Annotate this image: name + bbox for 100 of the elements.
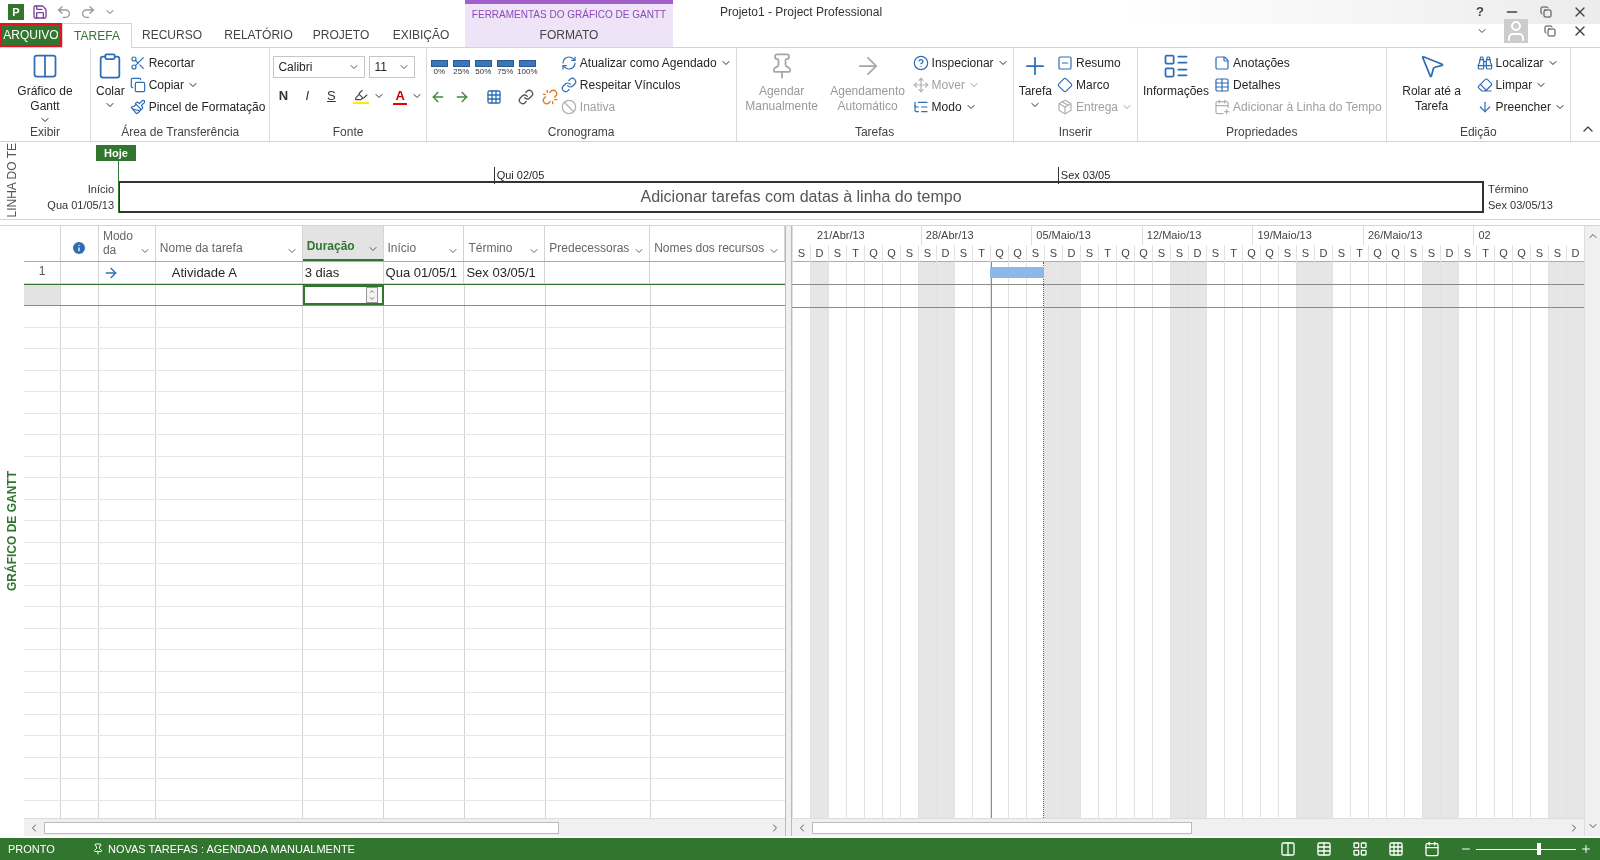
ribbon-group-label: Tarefas xyxy=(853,124,896,141)
ribbon-group-label: Edição xyxy=(1458,124,1498,141)
week-label: 19/Maio/13 xyxy=(1257,228,1312,244)
day-label: S xyxy=(1283,245,1292,261)
day-label: S xyxy=(1463,245,1472,261)
redo-icon[interactable] xyxy=(80,4,96,20)
restore-icon[interactable] xyxy=(1544,25,1556,37)
timeline-start-label: Início xyxy=(87,182,114,197)
spinner-control[interactable] xyxy=(366,287,378,303)
eraser-icon xyxy=(1476,77,1493,93)
spin-up-icon[interactable] xyxy=(368,288,376,295)
help-button[interactable]: ? xyxy=(1476,2,1484,22)
column-header[interactable]: Início xyxy=(383,226,465,261)
ribbon-small-button[interactable]: Limpar xyxy=(1475,74,1567,96)
timeline-bar[interactable]: Adicionar tarefas com datas à linha do tempo xyxy=(118,181,1484,213)
move-icon xyxy=(912,77,929,93)
font-size-field[interactable]: 11 xyxy=(369,56,416,78)
scissors-icon xyxy=(129,55,146,71)
day-label: T xyxy=(1104,245,1111,261)
column-header[interactable]: Duração xyxy=(302,226,384,261)
undo-icon[interactable] xyxy=(56,4,72,20)
percent-complete-button[interactable]: 50% xyxy=(473,60,493,77)
ribbon-small-button[interactable]: Preencher xyxy=(1475,96,1567,118)
column-header[interactable]: Modo da xyxy=(98,226,156,261)
ribbon-small-button[interactable]: Modo xyxy=(911,96,1010,118)
zoom-in-icon[interactable] xyxy=(1580,843,1592,855)
ribbon-small-button[interactable]: Resumo xyxy=(1056,52,1134,74)
day-label: D xyxy=(941,245,950,261)
ribbon-small-button[interactable]: Localizar xyxy=(1475,52,1567,74)
percent-complete-button[interactable]: 0% xyxy=(429,60,449,77)
timeline-tick-label: Qui 02/05 xyxy=(493,167,545,184)
zoom-slider-thumb[interactable] xyxy=(1537,843,1541,855)
percent-complete-button[interactable]: 25% xyxy=(451,60,471,77)
font-style-button[interactable]: N xyxy=(273,86,294,106)
unlink-icon[interactable] xyxy=(541,89,558,105)
zoom-slider[interactable] xyxy=(1476,843,1576,855)
ribbon-group-label: Exibir xyxy=(29,124,61,141)
column-header[interactable]: Nomes dos recursos xyxy=(650,226,785,261)
ribbon-small-button[interactable]: Inspecionar xyxy=(911,52,1010,74)
timeline-side-label: LINHA DO TE xyxy=(4,143,20,218)
day-label: D xyxy=(1193,245,1202,261)
day-label: D xyxy=(1445,245,1454,261)
font-color-button[interactable]: A xyxy=(393,87,407,105)
day-label: Q xyxy=(1013,245,1022,261)
ribbon-small-button[interactable]: Copiar xyxy=(128,74,267,96)
ribbon-tab[interactable]: RELATÓRIO xyxy=(212,23,305,47)
ribbon-small-button[interactable]: Detalhes xyxy=(1213,74,1383,96)
ribbon-small-button[interactable]: Respeitar Vínculos xyxy=(559,74,733,96)
week-label: 21/Abr/13 xyxy=(817,228,865,244)
day-label: D xyxy=(1571,245,1580,261)
column-header[interactable]: Predecessoras xyxy=(545,226,651,261)
ribbon-large-button[interactable]: Gráfico de Gantt xyxy=(3,52,87,126)
restore-icon[interactable] xyxy=(1540,6,1552,18)
column-header[interactable]: Término xyxy=(464,226,546,261)
status-ready: PRONTO xyxy=(7,841,56,857)
percent-complete-button[interactable]: 75% xyxy=(495,60,515,77)
week-label: 28/Abr/13 xyxy=(925,228,974,244)
info-icon xyxy=(71,239,88,256)
view-label: GRÁFICO DE GANTT xyxy=(3,471,20,591)
ribbon-tab[interactable]: FORMATO xyxy=(465,23,673,47)
day-label: S xyxy=(1337,245,1346,261)
day-label: D xyxy=(1067,245,1076,261)
contextual-group-title: FERRAMENTAS DO GRÁFICO DE GANTT xyxy=(471,7,667,22)
day-label: S xyxy=(1553,245,1562,261)
column-header[interactable]: Nome da tarefa xyxy=(155,226,303,261)
save-icon[interactable] xyxy=(32,4,48,20)
ribbon-large-button[interactable]: Informações xyxy=(1141,52,1212,99)
spin-down-icon[interactable] xyxy=(368,295,376,302)
day-label: T xyxy=(852,245,859,261)
ribbon-tab[interactable]: TAREFA xyxy=(62,23,132,48)
ribbon-group-label: Propriedades xyxy=(1225,124,1299,141)
day-label: T xyxy=(978,245,985,261)
ribbon-small-button[interactable]: Pincel de Formatação xyxy=(128,96,267,118)
ribbon-small-button[interactable]: Marco xyxy=(1056,74,1134,96)
app-logo: P xyxy=(8,4,24,20)
percent-complete-button[interactable]: 100% xyxy=(517,60,537,77)
day-label: Q xyxy=(869,245,878,261)
ribbon-large-button[interactable]: Colar xyxy=(94,52,127,111)
day-label: Q xyxy=(1265,245,1274,261)
ribbon-large-button[interactable]: Rolar até a Tarefa xyxy=(1389,52,1474,114)
ribbon-tab[interactable]: EXIBIÇÃO xyxy=(377,23,465,47)
day-label: S xyxy=(1031,245,1040,261)
day-label: S xyxy=(1049,245,1058,261)
ribbon-large-button[interactable]: Tarefa xyxy=(1016,52,1054,111)
new-task-row[interactable] xyxy=(24,284,785,306)
ribbon-tab[interactable]: ARQUIVO xyxy=(0,23,62,47)
ribbon-tab[interactable]: RECURSO xyxy=(132,23,212,47)
font-style-button[interactable]: I xyxy=(297,86,318,106)
week-label: 12/Maio/13 xyxy=(1146,228,1202,244)
font-name-field[interactable]: Calibri xyxy=(273,56,366,78)
scrollbar-thumb[interactable] xyxy=(44,821,559,834)
font-style-button[interactable]: S xyxy=(321,86,342,106)
ribbon-small-button[interactable]: Anotações xyxy=(1213,52,1383,74)
ribbon-small-button[interactable]: Atualizar como Agendado xyxy=(559,52,733,74)
link-icon[interactable] xyxy=(517,89,534,105)
scrollbar-thumb[interactable] xyxy=(812,821,1192,834)
status-new-tasks[interactable]: NOVAS TAREFAS : AGENDADA MANUALMENTE xyxy=(108,840,355,858)
ribbon-tab[interactable]: PROJETO xyxy=(305,23,377,47)
ribbon-small-button[interactable]: Recortar xyxy=(128,52,267,74)
highlighter-icon[interactable] xyxy=(353,88,370,104)
